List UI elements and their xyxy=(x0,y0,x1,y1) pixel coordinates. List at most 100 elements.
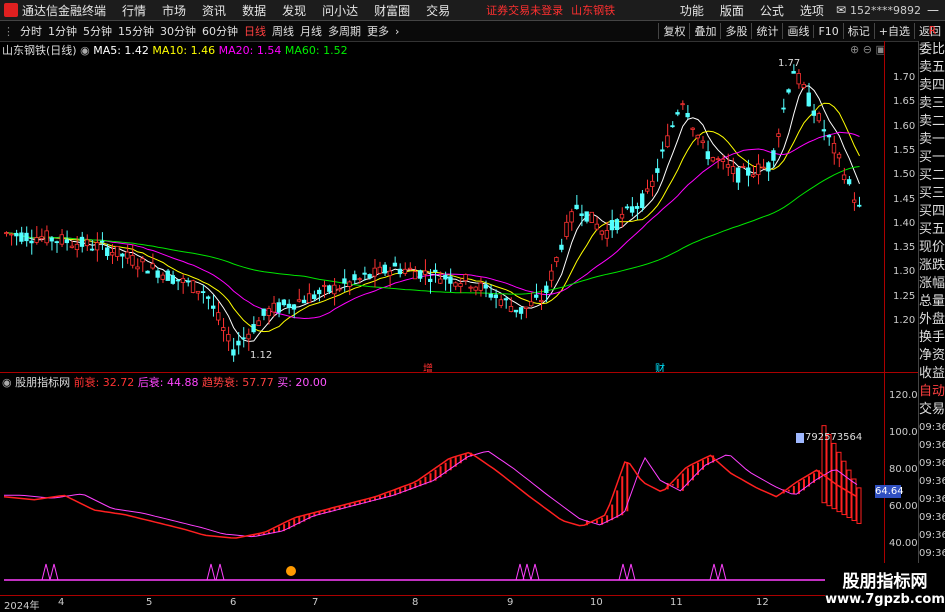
candle[interactable] xyxy=(508,306,514,312)
candle[interactable] xyxy=(417,270,423,279)
candle[interactable] xyxy=(382,264,387,274)
candle[interactable] xyxy=(518,307,524,314)
candle[interactable] xyxy=(226,334,231,342)
side-panel-item[interactable]: 09:36 xyxy=(919,527,945,545)
side-panel-item[interactable]: 外盘 xyxy=(919,311,945,329)
side-panel-item[interactable]: 涨幅 xyxy=(919,275,945,293)
candle[interactable] xyxy=(438,278,443,284)
candle[interactable] xyxy=(690,127,695,130)
side-panel-item[interactable]: 交易 xyxy=(919,401,945,419)
candle[interactable] xyxy=(84,239,90,247)
user-account[interactable]: 152****9892 xyxy=(850,4,921,17)
candle[interactable] xyxy=(619,213,625,219)
indicator-chart[interactable] xyxy=(0,388,918,593)
candle[interactable] xyxy=(761,166,766,169)
candle[interactable] xyxy=(14,232,19,237)
candle[interactable] xyxy=(397,268,403,275)
signal-marker-icon[interactable] xyxy=(286,566,296,576)
btn-duogu[interactable]: 多股 xyxy=(720,23,751,39)
menu-item-wenxiaoda[interactable]: 问小达 xyxy=(314,2,366,19)
candle[interactable] xyxy=(317,289,322,295)
candle[interactable] xyxy=(357,278,362,281)
candle[interactable] xyxy=(311,294,317,299)
side-panel-item[interactable]: 买一 xyxy=(919,149,945,167)
candle[interactable] xyxy=(559,244,564,250)
candle[interactable] xyxy=(185,280,191,283)
candle[interactable] xyxy=(49,237,54,242)
candle[interactable] xyxy=(327,285,332,292)
candle[interactable] xyxy=(54,241,59,244)
candle[interactable] xyxy=(200,291,206,293)
candle[interactable] xyxy=(665,135,670,148)
side-panel-item[interactable]: 现价 xyxy=(919,239,945,257)
side-panel-item[interactable]: 09:36 xyxy=(919,419,945,437)
candle[interactable] xyxy=(746,167,751,176)
candle[interactable] xyxy=(367,274,372,279)
candle[interactable] xyxy=(9,233,14,236)
candle[interactable] xyxy=(695,134,700,139)
candle[interactable] xyxy=(685,112,690,118)
candle[interactable] xyxy=(246,333,251,340)
candle[interactable] xyxy=(584,211,589,222)
side-panel-item[interactable]: 卖五 xyxy=(919,59,945,77)
candle[interactable] xyxy=(846,179,852,185)
menu-item-faxian[interactable]: 发现 xyxy=(274,2,314,19)
candle[interactable] xyxy=(428,278,433,283)
candle[interactable] xyxy=(256,320,261,327)
menu-item-jiaoyi[interactable]: 交易 xyxy=(418,2,458,19)
btn-fuquan[interactable]: 复权 xyxy=(658,23,689,39)
candle[interactable] xyxy=(624,206,630,209)
side-panel-item[interactable]: 09:36 xyxy=(919,491,945,509)
candle[interactable] xyxy=(140,258,145,263)
side-panel-item[interactable]: 委比 xyxy=(919,41,945,59)
period-more[interactable]: 更多 xyxy=(364,23,392,39)
candle[interactable] xyxy=(24,232,29,242)
candle[interactable] xyxy=(407,267,413,270)
candle[interactable] xyxy=(64,239,70,244)
candle[interactable] xyxy=(271,302,276,313)
candle[interactable] xyxy=(831,143,837,154)
side-panel-item[interactable]: 卖四 xyxy=(919,77,945,95)
candle[interactable] xyxy=(29,240,34,244)
candle[interactable] xyxy=(59,234,64,245)
side-panel-item[interactable]: 总量 xyxy=(919,293,945,311)
candle[interactable] xyxy=(155,270,160,278)
candle[interactable] xyxy=(528,301,534,307)
candle[interactable] xyxy=(720,158,726,162)
side-panel-item[interactable]: 卖三 xyxy=(919,95,945,113)
menu-item-shichang[interactable]: 市场 xyxy=(154,2,194,19)
side-panel-item[interactable]: 买四 xyxy=(919,203,945,221)
candle[interactable] xyxy=(614,219,620,231)
menu-item-hangqing[interactable]: 行情 xyxy=(114,2,154,19)
side-panel-item[interactable]: 自动 xyxy=(919,383,945,401)
candle[interactable] xyxy=(468,286,473,289)
btn-zixuan[interactable]: +自选 xyxy=(873,23,914,39)
candle[interactable] xyxy=(493,294,499,299)
candle[interactable] xyxy=(756,163,761,176)
candle[interactable] xyxy=(715,158,721,161)
candle[interactable] xyxy=(544,285,549,294)
candle[interactable] xyxy=(19,232,24,242)
btn-tongji[interactable]: 统计 xyxy=(751,23,782,39)
candle[interactable] xyxy=(402,268,408,274)
candle[interactable] xyxy=(211,305,216,309)
candle[interactable] xyxy=(443,274,448,280)
candle[interactable] xyxy=(791,71,796,74)
candle[interactable] xyxy=(170,275,176,284)
candle[interactable] xyxy=(488,293,493,298)
menu-item-zixun[interactable]: 资讯 xyxy=(194,2,234,19)
candle[interactable] xyxy=(645,188,650,192)
candle[interactable] xyxy=(594,223,599,230)
candle[interactable] xyxy=(39,236,44,239)
candle[interactable] xyxy=(89,248,95,251)
candle[interactable] xyxy=(740,166,746,168)
candle[interactable] xyxy=(781,107,786,110)
candle[interactable] xyxy=(347,281,352,287)
candle[interactable] xyxy=(165,270,170,281)
candle[interactable] xyxy=(801,84,806,88)
candle[interactable] xyxy=(675,112,680,115)
minimize-icon[interactable]: — xyxy=(921,3,945,17)
candle[interactable] xyxy=(286,303,292,309)
candle[interactable] xyxy=(710,157,716,162)
candle[interactable] xyxy=(503,298,509,301)
